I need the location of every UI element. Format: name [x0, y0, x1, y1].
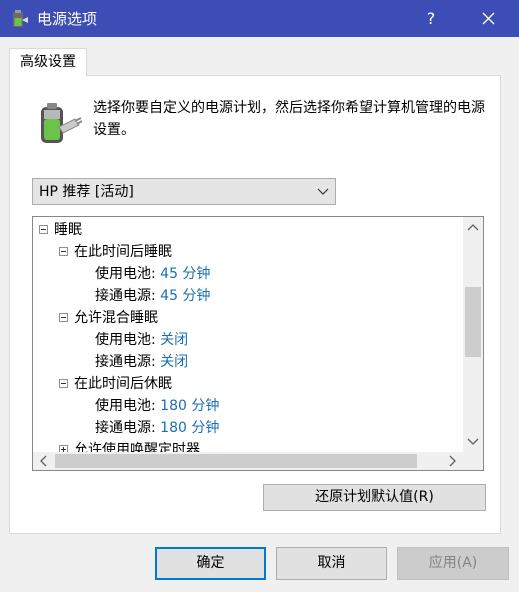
title-bar: 电源选项 ? — [0, 0, 519, 37]
collapse-icon[interactable] — [59, 312, 68, 322]
setting-value-link[interactable]: 关闭 — [160, 332, 188, 348]
setting-value-link[interactable]: 关闭 — [160, 354, 188, 370]
tab-advanced-settings[interactable]: 高级设置 — [9, 48, 87, 77]
tree-item-sleep-battery[interactable]: 使用电池: 45 分钟 — [95, 263, 210, 285]
setting-value-link[interactable]: 180 分钟 — [160, 398, 219, 414]
ok-button[interactable]: 确定 — [155, 547, 266, 580]
tree-node-label: 允许混合睡眠 — [74, 310, 158, 326]
tree-node-hybrid-sleep[interactable]: 允许混合睡眠 — [59, 307, 158, 329]
tree-node-sleep-after[interactable]: 在此时间后睡眠 — [59, 241, 172, 263]
close-icon — [482, 12, 495, 25]
vertical-scroll-thumb[interactable] — [465, 287, 481, 357]
tree-node-label: 在此时间后睡眠 — [74, 244, 172, 260]
apply-button[interactable]: 应用(A) — [397, 547, 509, 580]
setting-value-link[interactable]: 180 分钟 — [160, 420, 219, 436]
tree-node-sleep[interactable]: 睡眠 — [39, 219, 82, 241]
tree-item-sleep-plugged[interactable]: 接通电源: 45 分钟 — [95, 285, 210, 307]
scroll-left-icon[interactable] — [35, 452, 53, 470]
expand-icon[interactable] — [59, 444, 68, 452]
power-options-icon — [13, 10, 28, 27]
battery-plug-icon — [41, 103, 83, 143]
setting-label: 使用电池: — [95, 332, 156, 348]
window-title: 电源选项 — [37, 10, 98, 28]
setting-value-link[interactable]: 45 分钟 — [160, 266, 210, 282]
cancel-button[interactable]: 取消 — [276, 547, 387, 580]
tree-node-label: 允许使用唤醒定时器 — [74, 442, 200, 452]
restore-defaults-button[interactable]: 还原计划默认值(R) — [263, 484, 486, 511]
close-button[interactable] — [468, 0, 509, 37]
tree-item-hybrid-battery[interactable]: 使用电池: 关闭 — [95, 329, 188, 351]
tree-item-hybrid-plugged[interactable]: 接通电源: 关闭 — [95, 351, 188, 373]
tree-node-label: 睡眠 — [54, 222, 82, 238]
tree-item-hibernate-battery[interactable]: 使用电池: 180 分钟 — [95, 395, 219, 417]
tree-node-label: 在此时间后休眠 — [74, 376, 172, 392]
tree-node-hibernate-after[interactable]: 在此时间后休眠 — [59, 373, 172, 395]
collapse-icon[interactable] — [59, 378, 68, 388]
scroll-up-icon[interactable] — [463, 219, 483, 237]
description-text: 选择你要自定义的电源计划，然后选择你希望计算机管理的电源设置。 — [93, 100, 485, 138]
collapse-icon[interactable] — [39, 224, 48, 234]
power-plan-value: HP 推荐 [活动] — [39, 184, 134, 200]
horizontal-scroll-thumb[interactable] — [55, 454, 417, 468]
tree-item-hibernate-plugged[interactable]: 接通电源: 180 分钟 — [95, 417, 219, 439]
vertical-scrollbar[interactable] — [463, 217, 483, 452]
settings-tree[interactable]: 睡眠 在此时间后睡眠 使用电池: 45 分钟 接通电源: 45 分钟 允许混合睡… — [32, 216, 484, 471]
tree-viewport: 睡眠 在此时间后睡眠 使用电池: 45 分钟 接通电源: 45 分钟 允许混合睡… — [33, 217, 463, 452]
advanced-settings-panel: 选择你要自定义的电源计划，然后选择你希望计算机管理的电源设置。 HP 推荐 [活… — [9, 75, 501, 534]
scroll-down-icon[interactable] — [463, 432, 483, 450]
power-plan-dropdown[interactable]: HP 推荐 [活动] — [32, 178, 336, 205]
help-button[interactable]: ? — [412, 0, 450, 37]
setting-label: 接通电源: — [95, 288, 156, 304]
setting-label: 接通电源: — [95, 354, 156, 370]
tree-node-wake-timers[interactable]: 允许使用唤醒定时器 — [59, 439, 200, 452]
setting-value-link[interactable]: 45 分钟 — [160, 288, 210, 304]
collapse-icon[interactable] — [59, 246, 68, 256]
scroll-right-icon[interactable] — [443, 452, 461, 470]
chevron-down-icon — [317, 188, 329, 195]
setting-label: 使用电池: — [95, 266, 156, 282]
setting-label: 接通电源: — [95, 420, 156, 436]
horizontal-scrollbar[interactable] — [33, 452, 463, 470]
scrollbar-corner — [463, 452, 483, 470]
setting-label: 使用电池: — [95, 398, 156, 414]
